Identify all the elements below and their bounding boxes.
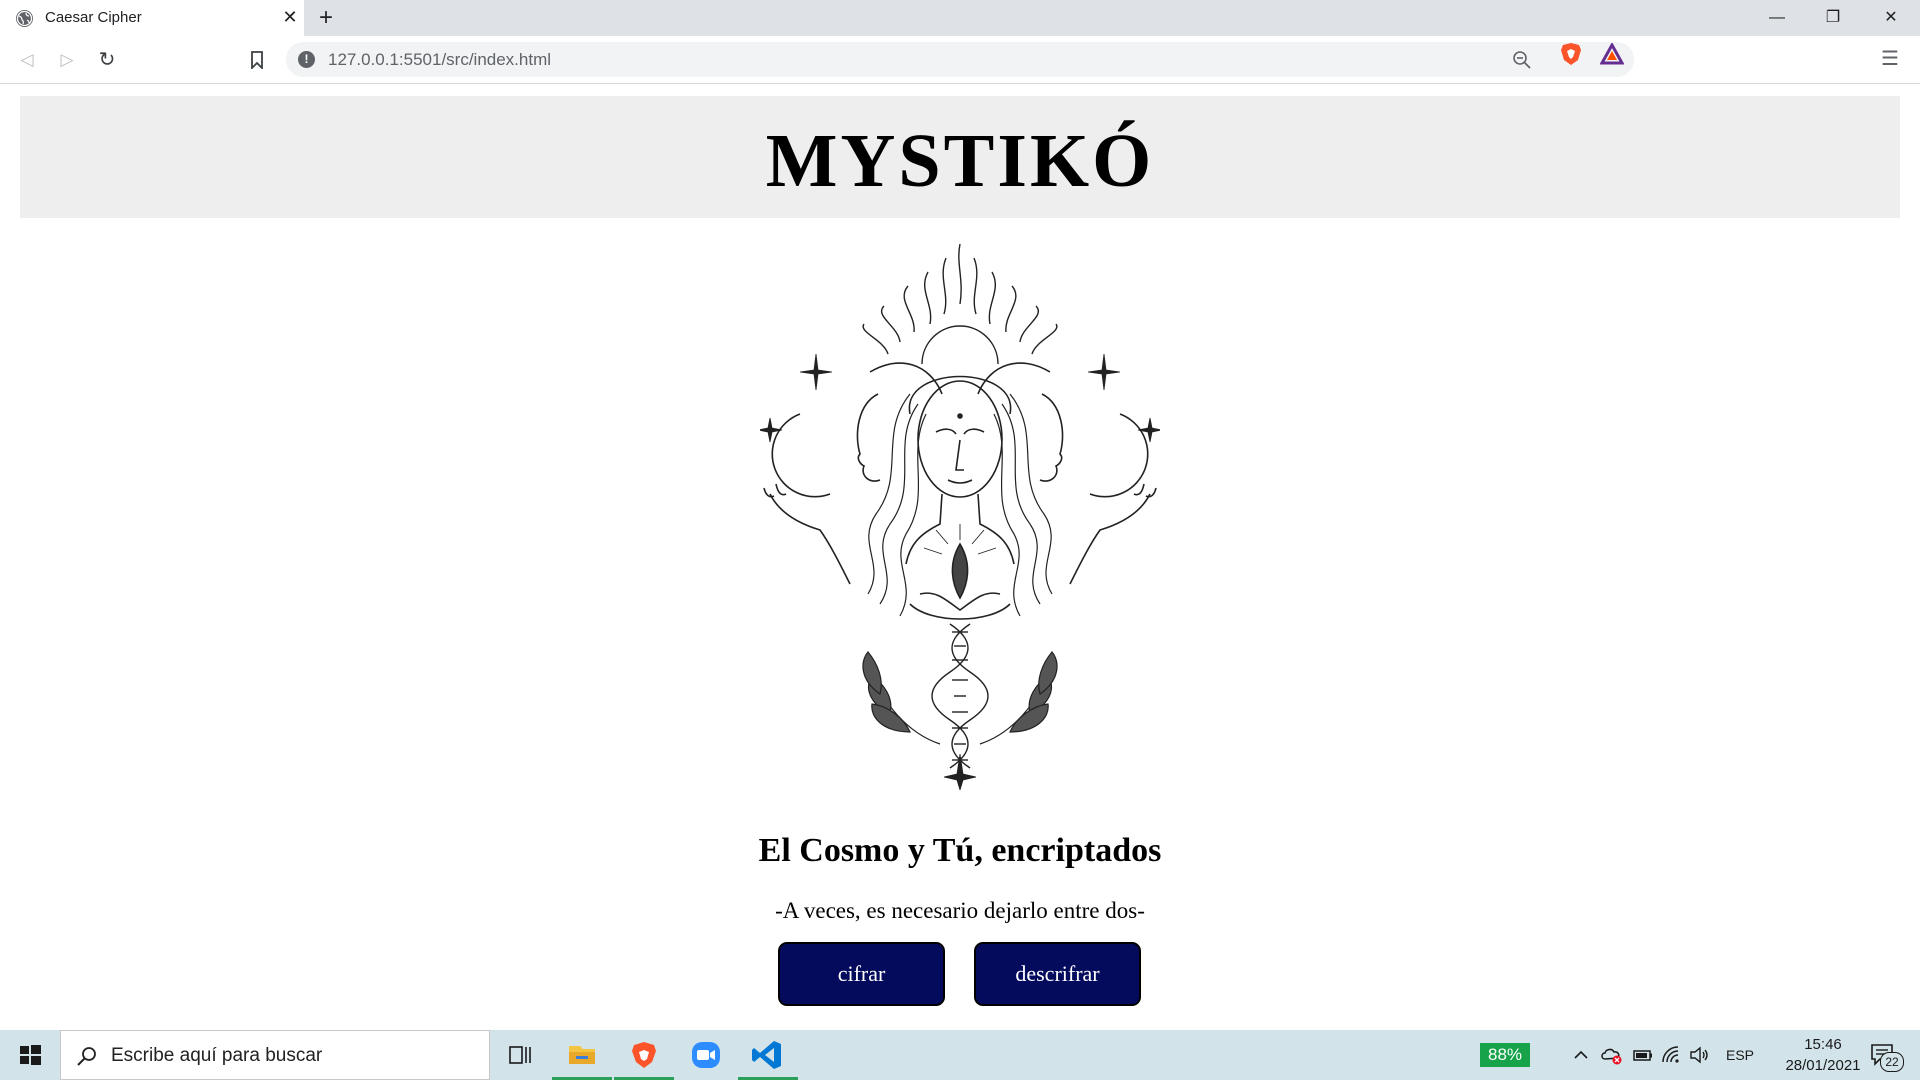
battery-percentage[interactable]: 88% (1480, 1043, 1531, 1067)
site-info-icon[interactable]: ! (298, 51, 315, 68)
clock-time[interactable]: 15:46 (1788, 1036, 1858, 1053)
bookmark-icon[interactable] (244, 47, 270, 73)
zoom-icon[interactable] (676, 1030, 736, 1080)
browser-tab-strip: Caesar Cipher ✕ + — ❐ ✕ (0, 0, 1920, 36)
forward-button[interactable]: ▷ (54, 47, 80, 73)
notification-count-badge: 22 (1880, 1052, 1904, 1072)
windows-taskbar: Escribe aquí para buscar 88% ESP 15:46 2… (0, 1030, 1920, 1080)
url-text: 127.0.0.1:5501/src/index.html (328, 50, 552, 69)
back-button[interactable]: ◁ (14, 47, 40, 73)
browser-menu-icon[interactable]: ☰ (1880, 48, 1900, 70)
browser-toolbar: ◁ ▷ ↻ ! 127.0.0.1:5501/src/index.html ☰ (0, 36, 1920, 84)
encrypt-button[interactable]: cifrar (778, 942, 945, 1006)
onedrive-error-icon[interactable] (1600, 1044, 1624, 1066)
tab-title: Caesar Cipher (45, 9, 142, 26)
file-explorer-icon[interactable] (552, 1030, 612, 1080)
minimize-button[interactable]: — (1748, 0, 1806, 36)
cosmic-goddess-illustration (760, 244, 1160, 790)
brave-shields-icon[interactable] (1560, 42, 1582, 66)
site-header: MYSTIKÓ (20, 96, 1900, 218)
brave-browser-icon[interactable] (614, 1030, 674, 1080)
brave-rewards-icon[interactable] (1599, 41, 1625, 65)
volume-icon[interactable] (1688, 1044, 1710, 1066)
page-tagline: -A veces, es necesario dejarlo entre dos… (775, 898, 1145, 923)
windows-start-icon[interactable] (0, 1030, 60, 1080)
taskbar-search-placeholder: Escribe aquí para buscar (111, 1045, 323, 1066)
zoom-out-icon[interactable] (1512, 50, 1532, 70)
new-tab-button[interactable]: + (313, 5, 339, 31)
clock-date[interactable]: 28/01/2021 (1766, 1057, 1880, 1074)
input-language[interactable]: ESP (1726, 1044, 1754, 1066)
page-subtitle: El Cosmo y Tú, encriptados (758, 832, 1162, 869)
taskbar-search-box[interactable]: Escribe aquí para buscar (60, 1030, 490, 1080)
vscode-icon[interactable] (738, 1030, 798, 1080)
wifi-icon[interactable] (1660, 1044, 1682, 1066)
close-window-button[interactable]: ✕ (1862, 0, 1920, 36)
task-view-icon[interactable] (490, 1030, 550, 1080)
globe-icon (16, 10, 33, 27)
decrypt-button[interactable]: descrifrar (974, 942, 1141, 1006)
reload-button[interactable]: ↻ (94, 47, 120, 73)
close-tab-icon[interactable]: ✕ (279, 6, 301, 28)
maximize-button[interactable]: ❐ (1804, 0, 1862, 36)
search-icon (77, 1047, 96, 1066)
site-title: MYSTIKÓ (765, 119, 1155, 203)
browser-tab[interactable]: Caesar Cipher ✕ (0, 0, 304, 36)
battery-icon[interactable] (1632, 1044, 1654, 1066)
show-hidden-icons-chevron-icon[interactable] (1572, 1044, 1590, 1066)
address-bar[interactable]: ! 127.0.0.1:5501/src/index.html (286, 42, 1634, 77)
